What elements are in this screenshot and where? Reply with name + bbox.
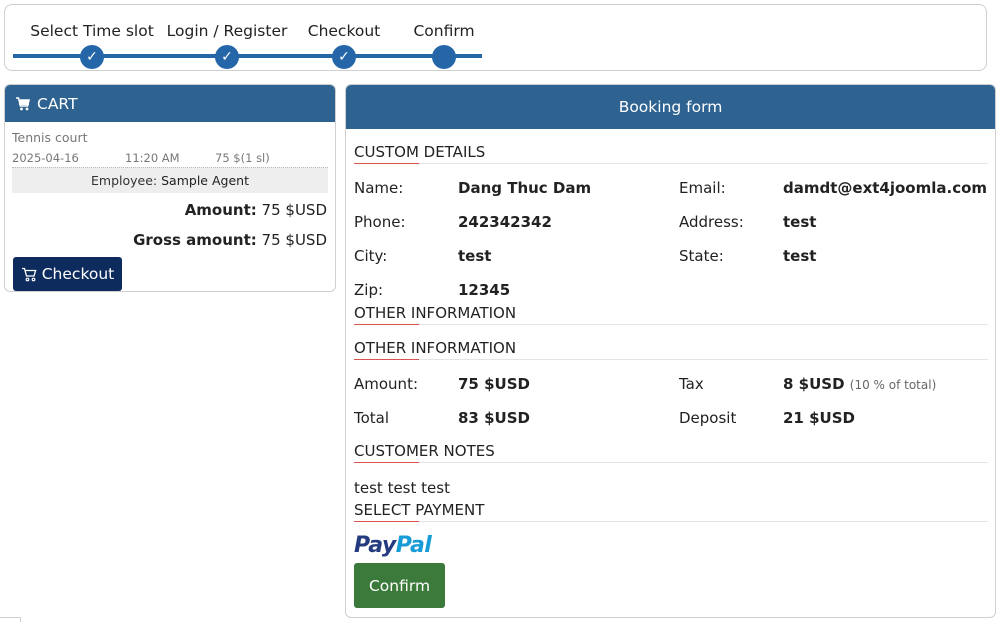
total-label: Total — [354, 409, 390, 427]
address-label: Address: — [679, 213, 744, 231]
city-value: test — [458, 247, 492, 265]
tax-note: (10 % of total) — [849, 378, 937, 392]
customer-notes-text: test test test — [354, 479, 450, 497]
cart-item-time: 11:20 AM — [125, 151, 180, 165]
paypal-logo-part1: Pay — [354, 533, 396, 558]
checkout-button[interactable]: Checkout — [13, 257, 122, 291]
cart-item-date: 2025-04-16 — [12, 151, 79, 165]
cart-item-price: 75 $(1 sl) — [215, 151, 270, 165]
cart-header: CART — [5, 85, 335, 122]
step-checkmark-icon[interactable]: ✓ — [215, 45, 239, 69]
cart-item-name: Tennis court — [12, 130, 88, 145]
amount-label: Amount: — [354, 375, 418, 393]
page-corner-fragment — [0, 617, 21, 622]
cart-gross-amount: Gross amount: 75 $USD — [133, 231, 327, 249]
name-label: Name: — [354, 179, 404, 197]
shopping-cart-icon — [16, 96, 31, 110]
state-label: State: — [679, 247, 724, 265]
section-select-payment: SELECT PAYMENT — [354, 500, 988, 522]
phone-value: 242342342 — [458, 213, 552, 231]
cart-gross-value: 75 $USD — [261, 231, 327, 249]
step-label-confirm: Confirm — [413, 22, 475, 40]
total-value: 83 $USD — [458, 409, 530, 427]
phone-label: Phone: — [354, 213, 406, 231]
confirm-button[interactable]: Confirm — [354, 563, 445, 608]
step-checkmark-icon[interactable]: ✓ — [80, 45, 104, 69]
step-checkmark-icon[interactable]: ✓ — [332, 45, 356, 69]
address-value: test — [783, 213, 817, 231]
step-label-checkout[interactable]: Checkout — [308, 22, 381, 40]
email-value: damdt@ext4joomla.com — [783, 179, 988, 197]
employee-label: Employee: — [91, 173, 158, 188]
section-custom-details: CUSTOM DETAILS — [354, 142, 988, 164]
cart-title: CART — [37, 94, 78, 113]
employee-name: Sample Agent — [161, 173, 249, 188]
checkout-button-label: Checkout — [41, 265, 115, 283]
cart-amount: Amount: 75 $USD — [185, 201, 327, 219]
state-value: test — [783, 247, 817, 265]
cart-amount-value: 75 $USD — [261, 201, 327, 219]
paypal-logo[interactable]: PayPal — [354, 533, 432, 558]
booking-form-header: Booking form — [346, 85, 995, 129]
step-label-login-register[interactable]: Login / Register — [167, 22, 288, 40]
section-other-information: OTHER INFORMATION — [354, 303, 988, 325]
deposit-label: Deposit — [679, 409, 737, 427]
shopping-cart-icon — [21, 267, 37, 281]
step-current-dot — [432, 45, 456, 69]
zip-label: Zip: — [354, 281, 384, 299]
tax-amount: 8 $USD — [783, 375, 845, 393]
cart-gross-label: Gross amount: — [133, 231, 257, 249]
cart-amount-label: Amount: — [184, 201, 257, 219]
amount-value: 75 $USD — [458, 375, 530, 393]
tax-value: 8 $USD (10 % of total) — [783, 375, 936, 393]
section-customer-notes: CUSTOMER NOTES — [354, 441, 988, 463]
cart-panel: CART Tennis court 2025-04-16 11:20 AM 75… — [4, 84, 336, 292]
city-label: City: — [354, 247, 388, 265]
step-label-select-time-slot[interactable]: Select Time slot — [30, 22, 154, 40]
section-other-information: OTHER INFORMATION — [354, 338, 988, 360]
cart-employee: Employee: Sample Agent — [12, 167, 328, 193]
booking-steps: Select Time slot ✓ Login / Register ✓ Ch… — [4, 4, 987, 71]
booking-form-panel: Booking form CUSTOM DETAILS Name: Dang T… — [345, 84, 996, 618]
tax-label: Tax — [679, 375, 704, 393]
name-value: Dang Thuc Dam — [458, 179, 592, 197]
zip-value: 12345 — [458, 281, 511, 299]
deposit-value: 21 $USD — [783, 409, 855, 427]
email-label: Email: — [679, 179, 726, 197]
paypal-logo-part2: Pal — [395, 533, 432, 558]
